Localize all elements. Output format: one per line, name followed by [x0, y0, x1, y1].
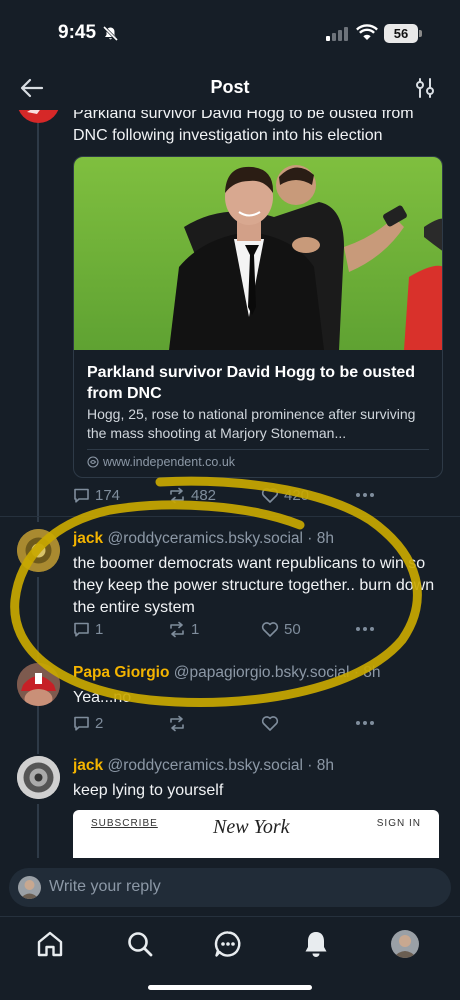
- thread-line: [37, 110, 39, 522]
- more-options-button[interactable]: [355, 626, 375, 632]
- more-dots-icon: [356, 493, 374, 497]
- more-options-button[interactable]: [355, 492, 375, 498]
- heart-icon: [261, 488, 279, 503]
- embed-card[interactable]: SUBSCRIBE New York SIGN IN: [73, 810, 439, 858]
- wifi-icon: [356, 24, 378, 40]
- post-header: jack @roddyceramics.bsky.social · 8h: [73, 530, 334, 548]
- globe-icon: [87, 456, 99, 468]
- repost-icon: [170, 621, 184, 638]
- post-header: jack @roddyceramics.bsky.social · 8h: [73, 757, 334, 775]
- avatar[interactable]: [17, 663, 60, 706]
- author-name[interactable]: Papa Giorgio: [73, 664, 169, 681]
- thread-line: [37, 804, 39, 858]
- author-handle[interactable]: @papagiorgio.bsky.social: [174, 664, 350, 681]
- more-options-button[interactable]: [355, 720, 375, 726]
- repost-icon: [170, 715, 184, 732]
- embed-subscribe[interactable]: SUBSCRIBE: [91, 818, 158, 829]
- thread-line: [37, 577, 39, 662]
- embed-logo: New York: [213, 816, 290, 838]
- author-handle[interactable]: @roddyceramics.bsky.social: [107, 530, 302, 547]
- heart-icon: [261, 716, 279, 731]
- repost-button[interactable]: 1: [168, 621, 199, 638]
- more-dots-icon: [356, 721, 374, 725]
- like-button[interactable]: 50: [261, 621, 301, 638]
- reply-count: 1: [95, 621, 104, 638]
- post-actions: 2: [73, 715, 383, 737]
- comment-icon: [74, 622, 89, 637]
- post-text: the boomer democrats want republicans to…: [73, 555, 435, 616]
- post-text: keep lying to yourself: [73, 782, 224, 799]
- link-card[interactable]: Parkland survivor David Hogg to be ouste…: [73, 156, 443, 478]
- repost-count: 1: [191, 621, 200, 638]
- bell-slash-icon: [102, 25, 119, 42]
- post-header: Papa Giorgio @papagiorgio.bsky.social · …: [73, 664, 381, 682]
- avatar[interactable]: [17, 756, 60, 799]
- avatar: [18, 876, 41, 899]
- bell-icon[interactable]: [301, 929, 331, 959]
- reply-button[interactable]: 2: [73, 715, 103, 732]
- repost-button[interactable]: 482: [168, 487, 216, 504]
- sliders-icon[interactable]: [414, 77, 436, 99]
- like-count: 420: [284, 487, 310, 504]
- avatar[interactable]: [17, 529, 60, 572]
- page-title: Post: [210, 77, 250, 97]
- reply-placeholder[interactable]: Write your reply: [49, 878, 161, 896]
- thread-feed[interactable]: Parkland survivor David Hogg to be ouste…: [0, 110, 460, 858]
- battery-tip: [419, 30, 422, 37]
- like-count: 50: [284, 621, 301, 638]
- repost-count: 482: [191, 487, 217, 504]
- profile-avatar[interactable]: [391, 930, 419, 958]
- author-name[interactable]: jack: [73, 757, 103, 774]
- post-text: Parkland survivor David Hogg to be ouste…: [73, 110, 414, 144]
- card-divider: [87, 449, 429, 450]
- signal-icon: [326, 26, 350, 41]
- post-time: · 8h: [307, 757, 334, 774]
- search-icon[interactable]: [125, 929, 155, 959]
- embed-sign-in[interactable]: SIGN IN: [377, 818, 421, 829]
- chat-icon[interactable]: [213, 929, 243, 959]
- status-time: 9:45: [58, 22, 97, 43]
- comment-icon: [74, 488, 89, 503]
- like-button[interactable]: 420: [261, 487, 309, 504]
- reply-composer[interactable]: Write your reply: [9, 868, 451, 907]
- repost-icon: [170, 487, 184, 504]
- post-text: Yea...no: [73, 689, 132, 706]
- post-divider: [0, 516, 460, 517]
- home-icon[interactable]: [35, 929, 65, 959]
- card-domain: www.independent.co.uk: [87, 455, 235, 469]
- article-photo: [74, 157, 442, 350]
- home-indicator: [148, 985, 312, 990]
- header: Post: [0, 66, 460, 110]
- heart-icon: [261, 622, 279, 637]
- reply-button[interactable]: 1: [73, 621, 103, 638]
- like-button[interactable]: [261, 715, 279, 732]
- status-bar: 9:45 56: [0, 0, 460, 66]
- card-title: Parkland survivor David Hogg to be ouste…: [87, 364, 416, 402]
- reply-button[interactable]: 174: [73, 487, 120, 504]
- post-actions: 1 1 50: [73, 621, 383, 643]
- card-description: Hogg, 25, rose to national prominence af…: [87, 406, 416, 441]
- avatar[interactable]: [17, 110, 60, 123]
- reply-count: 174: [95, 487, 121, 504]
- more-dots-icon: [356, 627, 374, 631]
- post-time: · 8h: [307, 530, 334, 547]
- post-time: · 8h: [353, 664, 381, 681]
- author-handle[interactable]: @roddyceramics.bsky.social: [107, 757, 302, 774]
- card-domain-text: www.independent.co.uk: [103, 455, 236, 469]
- author-name[interactable]: jack: [73, 530, 103, 547]
- post-actions: 174 482 420: [73, 487, 383, 509]
- comment-icon: [74, 716, 89, 731]
- reply-count: 2: [95, 715, 104, 732]
- battery-indicator: 56: [384, 24, 418, 43]
- repost-button[interactable]: [168, 715, 186, 732]
